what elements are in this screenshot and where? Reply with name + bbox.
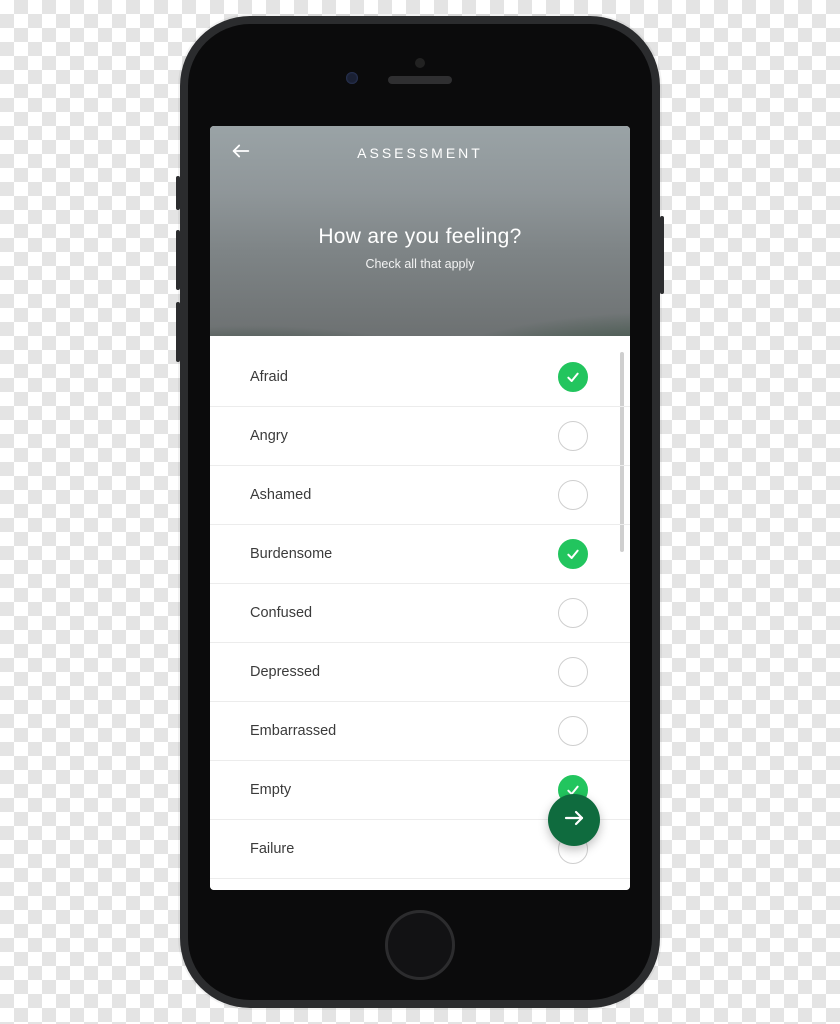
check-icon: [565, 546, 581, 562]
option-label: Angry: [250, 428, 288, 444]
checkbox-checked[interactable]: [558, 362, 588, 392]
phone-bezel: ASSESSMENT How are you feeling? Check al…: [188, 24, 652, 1000]
earpiece-speaker: [388, 76, 452, 84]
check-icon: [565, 369, 581, 385]
options-panel: Afraid Angry Ashamed Burdensome Confused Depr…: [210, 336, 630, 890]
option-row[interactable]: Burdensome: [210, 525, 630, 584]
option-row[interactable]: Frustrated: [210, 879, 630, 890]
phone-frame: ASSESSMENT How are you feeling? Check al…: [180, 16, 660, 1008]
option-label: Embarrassed: [250, 723, 336, 739]
next-button[interactable]: [548, 794, 600, 846]
option-row[interactable]: Ashamed: [210, 466, 630, 525]
option-label: Depressed: [250, 664, 320, 680]
home-button[interactable]: [385, 910, 455, 980]
checkbox-checked[interactable]: [558, 539, 588, 569]
option-label: Afraid: [250, 369, 288, 385]
checkbox-unchecked[interactable]: [558, 480, 588, 510]
proximity-sensor: [415, 58, 425, 68]
question-text: How are you feeling?: [318, 225, 521, 249]
checkbox-unchecked[interactable]: [558, 657, 588, 687]
back-button[interactable]: [224, 136, 258, 170]
volume-up: [176, 230, 180, 290]
option-label: Ashamed: [250, 487, 311, 503]
arrow-left-icon: [230, 140, 252, 167]
front-camera: [346, 72, 358, 84]
checkbox-unchecked[interactable]: [558, 421, 588, 451]
question-hint: Check all that apply: [365, 257, 474, 271]
option-row[interactable]: Depressed: [210, 643, 630, 702]
option-row[interactable]: Embarrassed: [210, 702, 630, 761]
header-hero: ASSESSMENT How are you feeling? Check al…: [210, 126, 630, 336]
option-label: Failure: [250, 841, 294, 857]
option-label: Confused: [250, 605, 312, 621]
arrow-right-icon: [562, 806, 586, 835]
option-label: Burdensome: [250, 546, 332, 562]
screen-title: ASSESSMENT: [357, 145, 483, 161]
prompt-block: How are you feeling? Check all that appl…: [210, 180, 630, 336]
option-label: Empty: [250, 782, 291, 798]
option-row[interactable]: Angry: [210, 407, 630, 466]
volume-down: [176, 302, 180, 362]
checkbox-unchecked[interactable]: [558, 716, 588, 746]
option-row[interactable]: Confused: [210, 584, 630, 643]
app-screen: ASSESSMENT How are you feeling? Check al…: [210, 126, 630, 890]
power-button: [660, 216, 664, 294]
option-row[interactable]: Afraid: [210, 342, 630, 407]
mute-switch: [176, 176, 180, 210]
checkbox-unchecked[interactable]: [558, 598, 588, 628]
top-bar: ASSESSMENT: [210, 126, 630, 180]
